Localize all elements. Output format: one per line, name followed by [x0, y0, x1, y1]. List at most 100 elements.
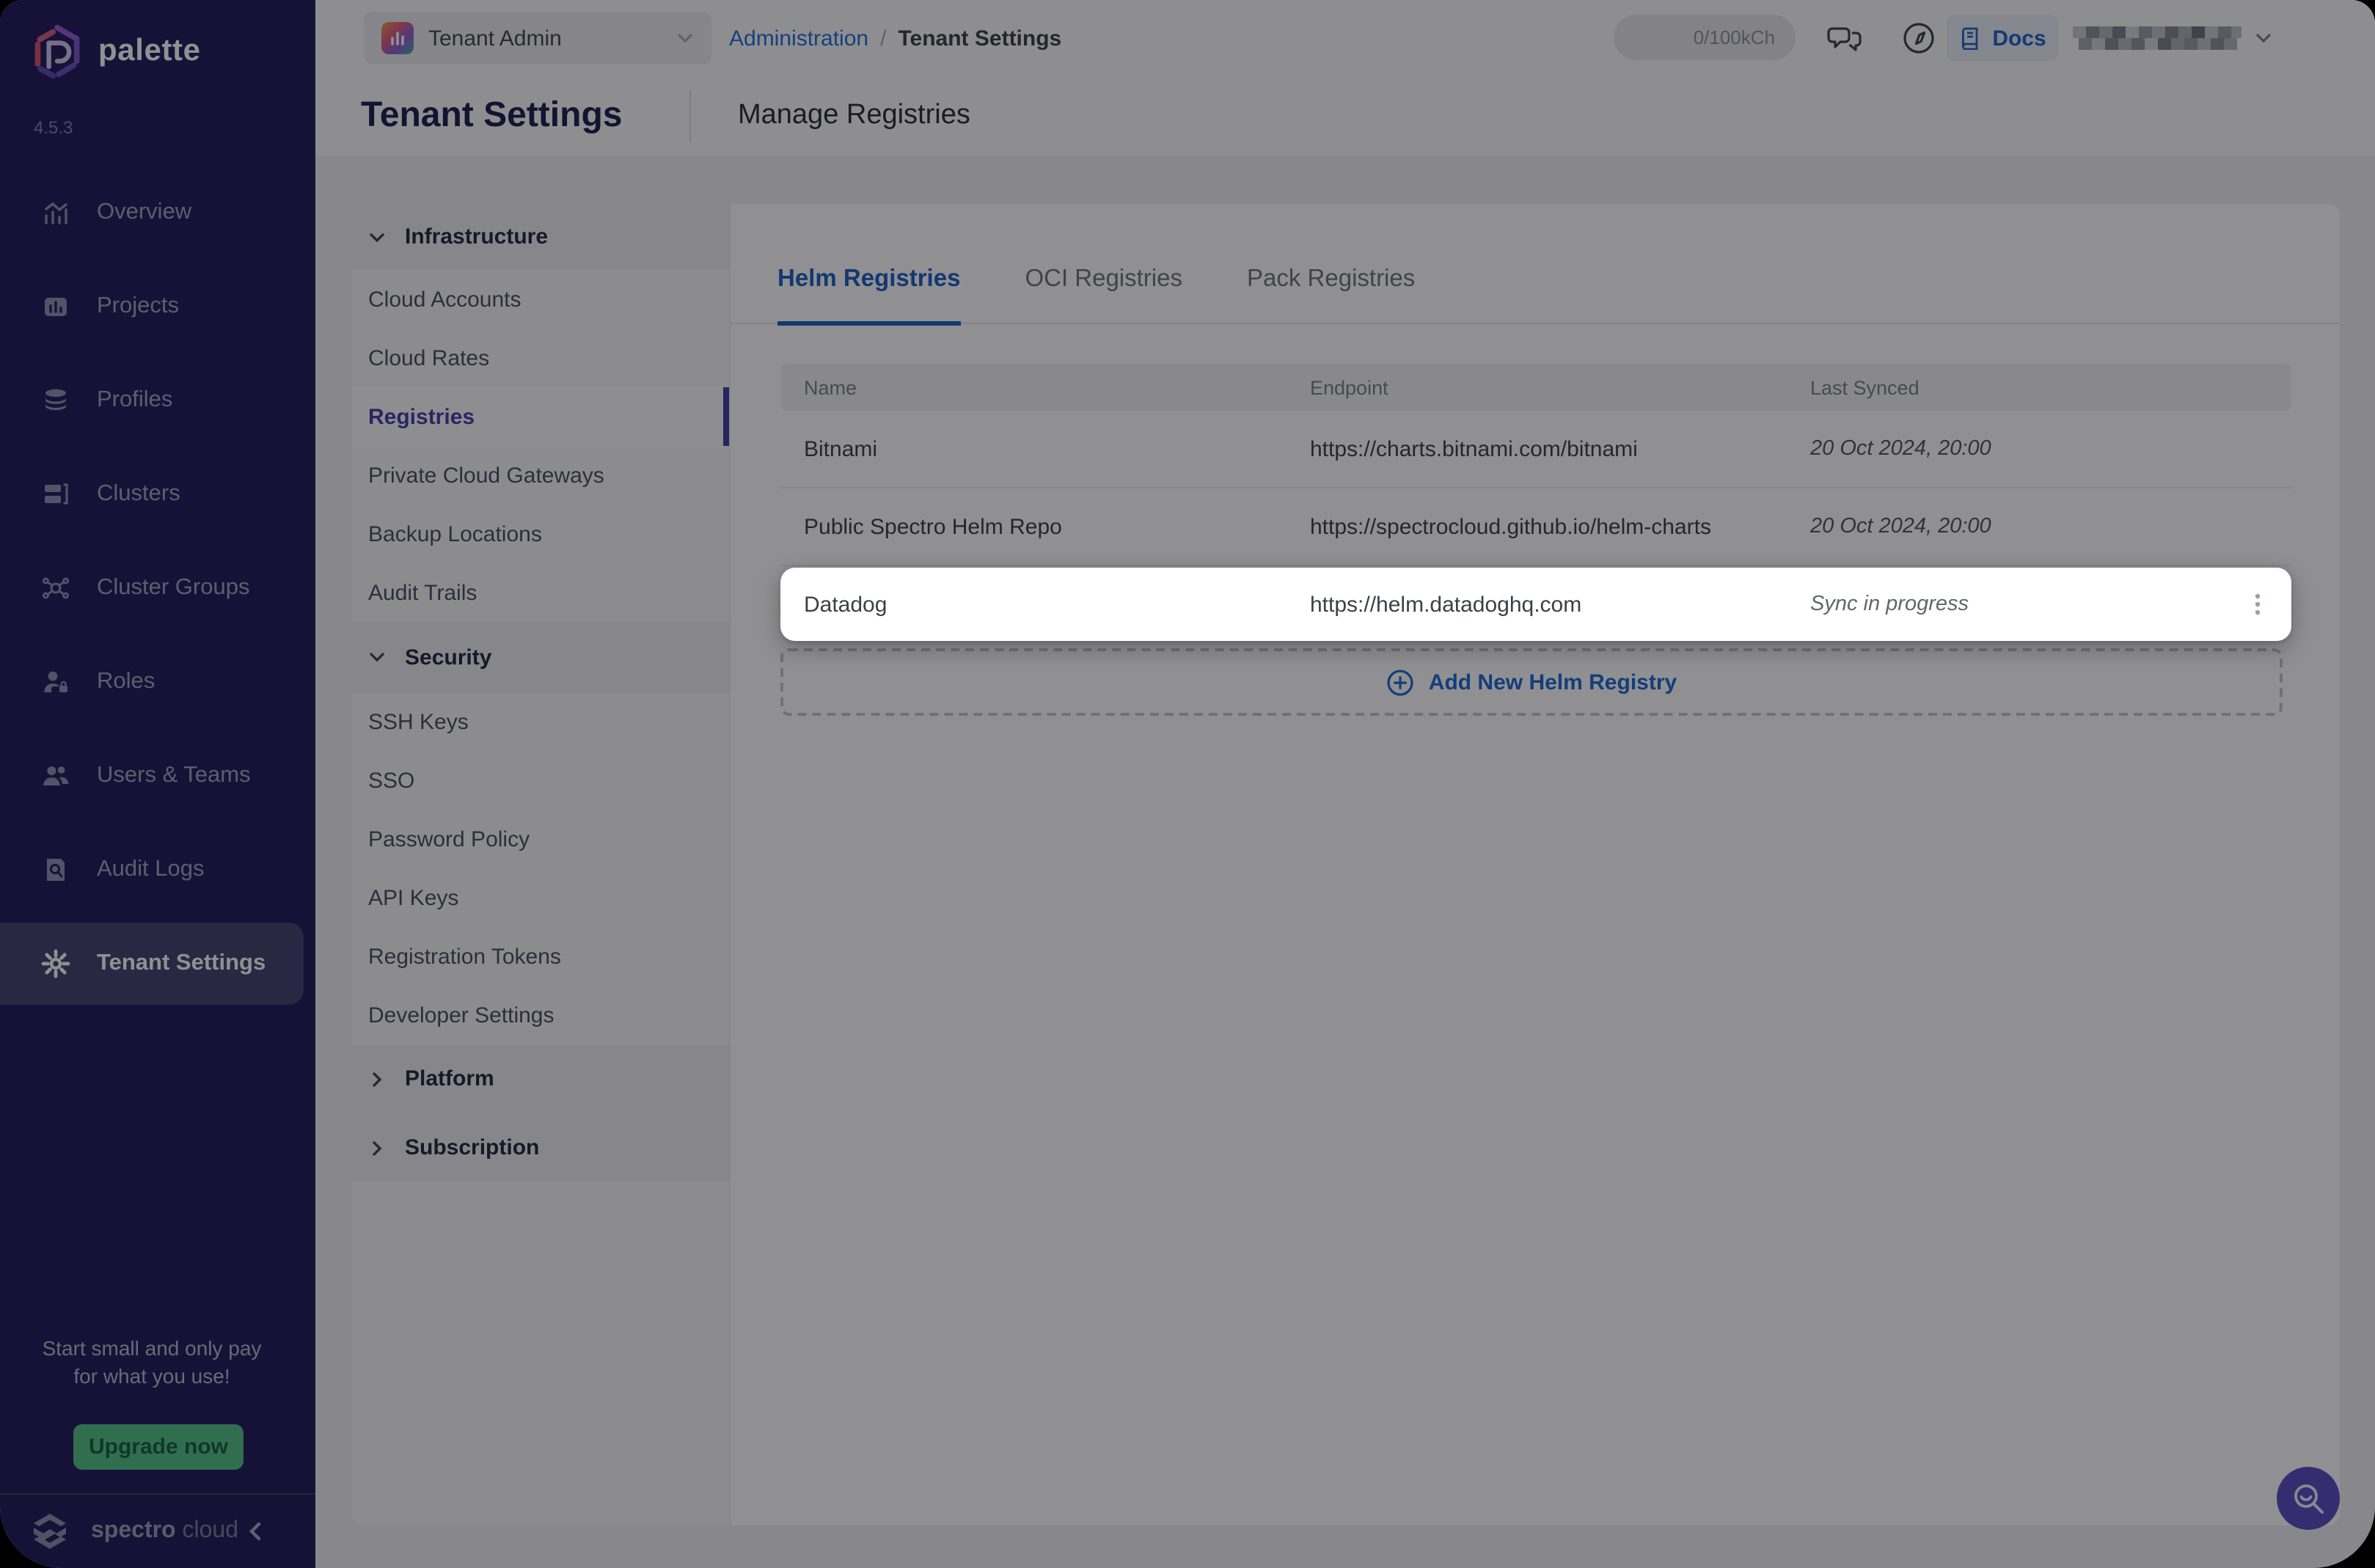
registry-last-synced: 20 Oct 2024, 20:00 — [1810, 515, 2230, 538]
sidebar-item-audit-logs[interactable]: Audit Logs — [0, 823, 315, 917]
table-row[interactable]: Public Spectro Helm Repo https://spectro… — [780, 488, 2291, 566]
registry-name: Datadog — [804, 592, 1310, 617]
clusters-icon — [41, 480, 70, 509]
brand-logo: palette — [29, 23, 201, 79]
kebab-menu-icon[interactable] — [2244, 591, 2271, 618]
sidebar-item-label: Tenant Settings — [97, 950, 266, 977]
registry-endpoint: https://charts.bitnami.com/bitnami — [1310, 436, 1810, 461]
nav-item-developer-settings[interactable]: Developer Settings — [352, 986, 729, 1044]
chevron-down-icon — [368, 228, 386, 246]
roles-icon — [41, 667, 70, 697]
add-new-helm-registry-button[interactable]: Add New Helm Registry — [780, 648, 2283, 716]
user-menu-chevron-down-icon[interactable] — [2255, 29, 2272, 47]
chat-icon[interactable] — [1826, 19, 1864, 57]
user-name-redacted[interactable] — [2073, 19, 2242, 57]
sidebar-item-label: Projects — [97, 293, 179, 320]
top-bar: Tenant Admin Administration / Tenant Set… — [315, 0, 2375, 76]
section-label: Platform — [405, 1066, 494, 1091]
nav-item-backup-locations[interactable]: Backup Locations — [352, 505, 729, 563]
breadcrumb: Administration / Tenant Settings — [729, 0, 1061, 76]
section-label: Infrastructure — [405, 224, 548, 249]
column-header-last-synced: Last Synced — [1810, 376, 2230, 398]
sidebar-item-roles[interactable]: Roles — [0, 635, 315, 729]
chevron-right-icon — [368, 1139, 386, 1157]
page-title: Tenant Settings — [361, 76, 622, 155]
profiles-icon — [41, 386, 70, 415]
section-security[interactable]: Security — [352, 622, 729, 692]
tab-helm-registries[interactable]: Helm Registries — [777, 265, 960, 323]
sidebar-item-overview[interactable]: Overview — [0, 166, 315, 260]
app-name: palette — [98, 34, 201, 69]
app-version: 4.5.3 — [34, 117, 73, 138]
spectro-cloud-logo-icon — [26, 1508, 73, 1555]
page-header: Tenant Settings Manage Registries — [315, 76, 2375, 155]
plus-circle-icon — [1386, 668, 1414, 696]
sidebar-item-label: Profiles — [97, 387, 172, 414]
section-platform[interactable]: Platform — [352, 1044, 729, 1113]
sidebar-item-label: Audit Logs — [97, 857, 205, 883]
sidebar-item-users-teams[interactable]: Users & Teams — [0, 729, 315, 823]
column-header-endpoint: Endpoint — [1310, 376, 1810, 398]
sync-status: Sync in progress — [1810, 593, 2230, 616]
sidebar-item-projects[interactable]: Projects — [0, 260, 315, 353]
nav-item-registries[interactable]: Registries — [352, 387, 729, 446]
sidebar-item-profiles[interactable]: Profiles — [0, 353, 315, 447]
nav-item-sso[interactable]: SSO — [352, 751, 729, 810]
upgrade-now-button[interactable]: Upgrade now — [73, 1424, 244, 1470]
sidebar-item-cluster-groups[interactable]: Cluster Groups — [0, 541, 315, 635]
sidebar-item-label: Users & Teams — [97, 763, 251, 789]
table-row[interactable]: Bitnami https://charts.bitnami.com/bitna… — [780, 411, 2291, 488]
registry-endpoint: https://spectrocloud.github.io/helm-char… — [1310, 514, 1810, 539]
chevron-down-icon — [676, 29, 694, 47]
table-row-datadog-highlighted[interactable]: Datadog https://helm.datadoghq.com Sync … — [780, 568, 2291, 641]
registry-tabs: Helm Registries OCI Registries Pack Regi… — [731, 204, 2340, 324]
sidebar-collapse-chevron-icon[interactable] — [245, 1521, 266, 1542]
section-label: Subscription — [405, 1135, 539, 1160]
sidebar-item-label: Clusters — [97, 481, 180, 508]
tab-oci-registries[interactable]: OCI Registries — [1025, 265, 1182, 323]
sidebar-item-label: Overview — [97, 199, 191, 226]
users-teams-icon — [41, 761, 70, 791]
section-infrastructure[interactable]: Infrastructure — [352, 204, 729, 270]
section-subscription[interactable]: Subscription — [352, 1113, 729, 1182]
chevron-right-icon — [368, 1070, 386, 1088]
nav-item-ssh-keys[interactable]: SSH Keys — [352, 692, 729, 751]
nav-item-cloud-rates[interactable]: Cloud Rates — [352, 329, 729, 387]
overview-icon — [41, 198, 70, 227]
search-fab-button[interactable] — [2277, 1467, 2340, 1530]
screenshot-stage: palette 4.5.3 Overview Projects — [0, 0, 2375, 1568]
docs-label: Docs — [1992, 26, 2046, 51]
table-header-row: Name Endpoint Last Synced — [780, 364, 2291, 411]
helm-registries-table: Name Endpoint Last Synced Bitnami https:… — [780, 364, 2291, 566]
upsell-message: Start small and only pay for what you us… — [0, 1335, 304, 1391]
registry-endpoint: https://helm.datadoghq.com — [1310, 592, 1810, 617]
registry-last-synced: 20 Oct 2024, 20:00 — [1810, 437, 2230, 461]
nav-item-cloud-accounts[interactable]: Cloud Accounts — [352, 270, 729, 329]
tab-pack-registries[interactable]: Pack Registries — [1247, 265, 1415, 323]
nav-item-password-policy[interactable]: Password Policy — [352, 810, 729, 868]
app-window: palette 4.5.3 Overview Projects — [0, 0, 2375, 1568]
title-divider — [689, 91, 691, 142]
registries-content: Helm Registries OCI Registries Pack Regi… — [731, 204, 2340, 1525]
project-scope-selector[interactable]: Tenant Admin — [364, 12, 711, 65]
nav-item-registration-tokens[interactable]: Registration Tokens — [352, 927, 729, 986]
nav-item-api-keys[interactable]: API Keys — [352, 868, 729, 927]
registry-name: Bitnami — [804, 436, 1310, 461]
sidebar: palette 4.5.3 Overview Projects — [0, 0, 315, 1568]
cluster-groups-icon — [41, 574, 70, 603]
compass-icon[interactable] — [1900, 19, 1938, 57]
column-header-name: Name — [804, 376, 1310, 398]
nav-item-audit-trails[interactable]: Audit Trails — [352, 563, 729, 622]
docs-button[interactable]: Docs — [1947, 15, 2058, 62]
nav-item-private-cloud-gateways[interactable]: Private Cloud Gateways — [352, 446, 729, 505]
settings-card: Infrastructure Cloud Accounts Cloud Rate… — [352, 204, 2340, 1525]
sidebar-item-clusters[interactable]: Clusters — [0, 447, 315, 541]
palette-logo-icon — [29, 23, 85, 79]
page-subtitle: Manage Registries — [738, 76, 970, 155]
breadcrumb-current: Tenant Settings — [898, 26, 1061, 51]
usage-meter: 0/100kCh — [1614, 15, 1796, 60]
breadcrumb-administration-link[interactable]: Administration — [729, 26, 868, 51]
sidebar-item-tenant-settings[interactable]: Tenant Settings — [0, 923, 304, 1005]
book-icon — [1958, 26, 1982, 50]
magnifier-icon — [2289, 1479, 2327, 1517]
